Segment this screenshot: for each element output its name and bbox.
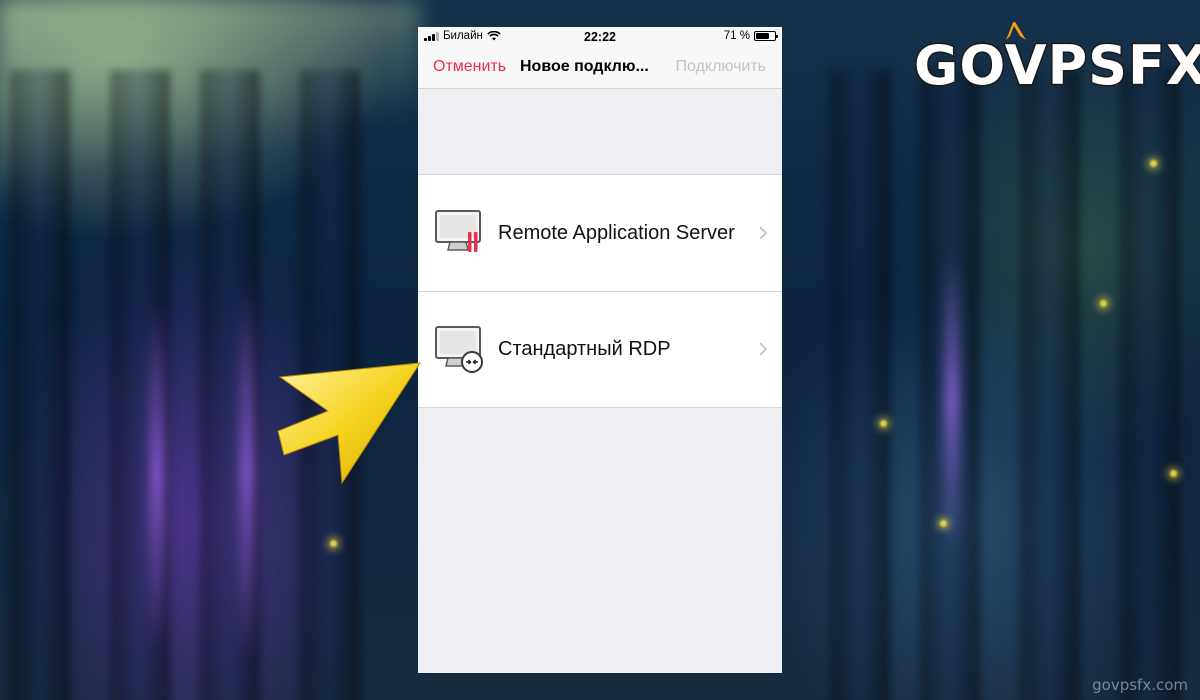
list-item-remote-app-server[interactable]: Remote Application Server [418, 175, 782, 291]
chevron-right-icon [759, 342, 768, 356]
navigation-bar: Отменить Новое подклю... Подключить [418, 47, 782, 89]
remote-app-server-icon [435, 210, 481, 252]
nav-title: Новое подклю... [520, 58, 649, 75]
connection-type-list: Remote Application Server Стандартный RD… [418, 174, 782, 408]
pointer-arrow-icon [277, 362, 421, 485]
list-item-standard-rdp[interactable]: Стандартный RDP [418, 291, 782, 407]
list-item-label: Стандартный RDP [498, 338, 671, 360]
rdp-monitor-icon [435, 326, 483, 373]
battery-icon [754, 31, 778, 41]
brand-logo: GOVPSFX [913, 22, 1200, 102]
logo-text: GOVPSFX [913, 34, 1200, 97]
watermark: govpsfx.com [1092, 676, 1188, 694]
connect-button[interactable]: Подключить [676, 58, 766, 76]
cancel-button[interactable]: Отменить [433, 58, 506, 76]
phone-screen: Билайн 22:22 71 % Отменить Новое подклю.… [418, 27, 782, 673]
list-item-label: Remote Application Server [498, 222, 735, 244]
status-bar: Билайн 22:22 71 % [418, 27, 782, 47]
battery-percent: 71 % [723, 30, 750, 42]
chevron-right-icon [759, 226, 768, 240]
